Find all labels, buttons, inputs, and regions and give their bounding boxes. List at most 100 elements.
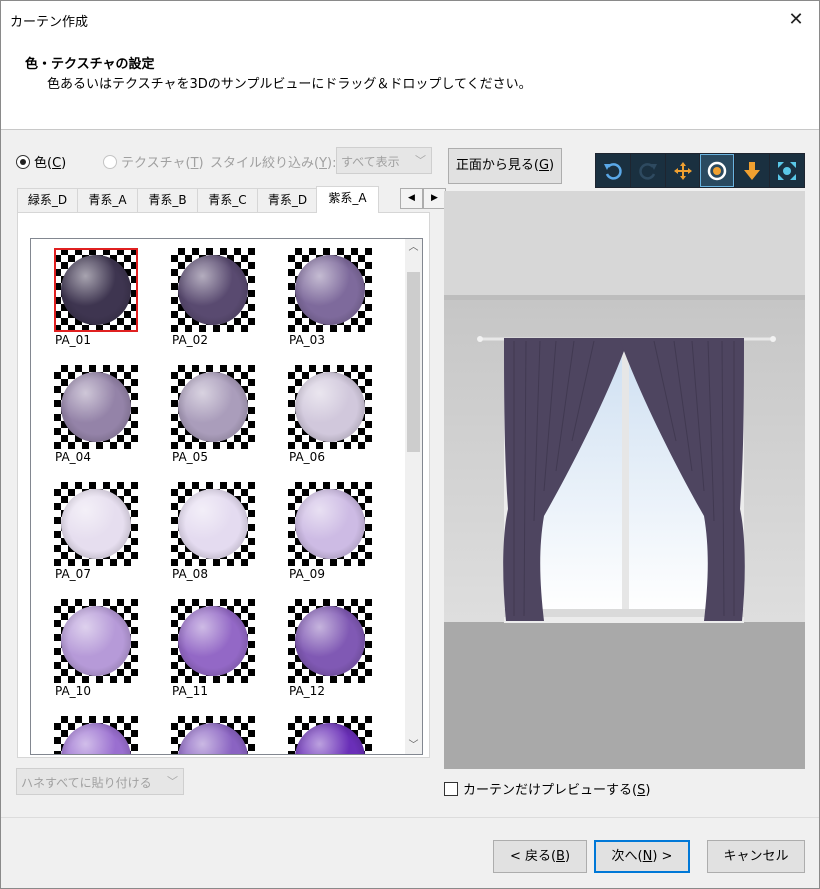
curtain-only-preview-checkbox[interactable]: カーテンだけプレビューする(S) xyxy=(444,779,650,798)
step-description: 色あるいはテクスチャを3Dのサンプルビューにドラッグ＆ドロップしてください。 xyxy=(47,77,532,92)
tab-blue-c[interactable]: 青系_C xyxy=(197,188,258,212)
title-bar: カーテン作成 ✕ xyxy=(1,1,819,39)
swatch-item[interactable]: PA_07 xyxy=(54,482,164,594)
view-toolbar xyxy=(595,153,805,188)
swatch-label: PA_10 xyxy=(55,684,91,698)
swatch-thumbnail xyxy=(288,599,372,683)
color-sphere xyxy=(295,255,365,325)
swatch-thumbnail xyxy=(171,365,255,449)
swatch-thumbnail xyxy=(54,365,138,449)
cancel-button[interactable]: キャンセル xyxy=(707,840,805,873)
color-sphere xyxy=(178,255,248,325)
swatch-item[interactable]: PA_08 xyxy=(171,482,281,594)
color-sphere xyxy=(178,606,248,676)
color-sphere xyxy=(295,606,365,676)
color-sphere xyxy=(61,372,131,442)
next-button[interactable]: 次へ(N) > xyxy=(594,840,690,873)
fit-view-icon[interactable] xyxy=(770,154,804,187)
swatch-item[interactable]: PA_12 xyxy=(288,599,398,711)
color-radio-label: 色(C) xyxy=(34,156,67,171)
swatch-thumbnail xyxy=(288,248,372,332)
swatch-thumbnail xyxy=(54,599,138,683)
paste-all-dropdown[interactable]: ハネすべてに貼り付ける ﹀ xyxy=(16,768,184,795)
swatch-item[interactable]: PA_04 xyxy=(54,365,164,477)
3d-preview[interactable] xyxy=(444,191,805,769)
tab-panel: PA_01 PA_02 PA_03 PA_04 PA_05 PA_06 PA_07 PA_08… xyxy=(17,212,430,758)
color-sphere xyxy=(61,606,131,676)
swatch-thumbnail xyxy=(171,482,255,566)
swatch-label: PA_04 xyxy=(55,450,91,464)
style-filter-label: スタイル絞り込み(Y): xyxy=(210,156,337,171)
swatch-item[interactable]: PA_02 xyxy=(171,248,281,360)
close-icon[interactable]: ✕ xyxy=(773,1,819,39)
swatch-item[interactable] xyxy=(54,716,164,754)
swatch-item[interactable]: PA_11 xyxy=(171,599,281,711)
swatch-thumbnail xyxy=(54,248,138,332)
tab-blue-a[interactable]: 青系_A xyxy=(77,188,138,212)
swatch-thumbnail xyxy=(288,482,372,566)
swatch-item[interactable]: PA_05 xyxy=(171,365,281,477)
move-icon[interactable] xyxy=(665,154,700,187)
swatch-item[interactable]: PA_03 xyxy=(288,248,398,360)
curtain-only-preview-label: カーテンだけプレビューする(S) xyxy=(463,783,651,798)
swatch-item[interactable]: PA_06 xyxy=(288,365,398,477)
footer-divider xyxy=(1,817,819,818)
checkbox-icon xyxy=(444,781,458,796)
scroll-down-icon[interactable]: ﹀ xyxy=(405,737,422,754)
tab-green-d[interactable]: 緑系_D xyxy=(17,188,78,212)
front-view-button[interactable]: 正面から見る(G) xyxy=(448,148,562,184)
tab-purple-a[interactable]: 紫系_A xyxy=(316,186,379,213)
swatch-thumbnail xyxy=(171,599,255,683)
tab-scroll-right-icon[interactable]: ▶ xyxy=(423,188,446,209)
wizard-header: 色・テクスチャの設定 色あるいはテクスチャを3Dのサンプルビューにドラッグ＆ドロ… xyxy=(1,39,819,130)
zoom-icon[interactable] xyxy=(700,154,735,187)
color-sphere xyxy=(61,255,131,325)
rotate-left-icon[interactable] xyxy=(596,154,630,187)
texture-radio[interactable]: テクスチャ(T) xyxy=(103,152,204,171)
back-button[interactable]: < 戻る(B) xyxy=(493,840,587,873)
radio-selected-icon xyxy=(16,154,30,169)
swatch-item[interactable]: PA_09 xyxy=(288,482,398,594)
style-filter-dropdown[interactable]: すべて表示 ﹀ xyxy=(336,147,432,174)
color-sphere xyxy=(178,372,248,442)
paste-all-label: ハネすべてに貼り付ける xyxy=(21,776,152,790)
window-title: カーテン作成 xyxy=(10,15,89,30)
rotate-right-icon[interactable] xyxy=(630,154,665,187)
color-sphere xyxy=(295,489,365,559)
swatch-label: PA_06 xyxy=(289,450,325,464)
swatch-thumbnail xyxy=(54,716,138,754)
swatch-item[interactable] xyxy=(288,716,398,754)
color-sphere xyxy=(178,489,248,559)
chevron-down-icon: ﹀ xyxy=(415,154,426,167)
swatch-label: PA_11 xyxy=(172,684,208,698)
swatch-label: PA_08 xyxy=(172,567,208,581)
color-sphere xyxy=(61,489,131,559)
tab-scroll-buttons: ◀ ▶ xyxy=(400,188,446,209)
swatch-label: PA_01 xyxy=(55,333,91,347)
swatch-label: PA_03 xyxy=(289,333,325,347)
swatch-thumbnail xyxy=(171,248,255,332)
tab-blue-d[interactable]: 青系_D xyxy=(257,188,318,212)
style-filter-value: すべて表示 xyxy=(341,155,400,169)
swatch-item[interactable]: PA_01 xyxy=(54,248,164,360)
swatch-label: PA_12 xyxy=(289,684,325,698)
swatch-thumbnail xyxy=(171,716,255,754)
swatch-label: PA_02 xyxy=(172,333,208,347)
tab-blue-b[interactable]: 青系_B xyxy=(137,188,198,212)
gallery-scrollbar[interactable]: ︿ ﹀ xyxy=(405,239,422,754)
swatch-label: PA_05 xyxy=(172,450,208,464)
chevron-down-icon: ﹀ xyxy=(167,775,178,788)
tab-scroll-left-icon[interactable]: ◀ xyxy=(400,188,423,209)
down-arrow-icon[interactable] xyxy=(735,154,770,187)
scroll-thumb[interactable] xyxy=(407,272,420,452)
color-sphere xyxy=(295,723,365,754)
swatch-label: PA_09 xyxy=(289,567,325,581)
color-sphere xyxy=(61,723,131,754)
swatch-item[interactable] xyxy=(171,716,281,754)
radio-empty-icon xyxy=(103,154,117,169)
scroll-up-icon[interactable]: ︿ xyxy=(405,239,422,256)
step-title: 色・テクスチャの設定 xyxy=(25,57,155,72)
color-radio[interactable]: 色(C) xyxy=(16,152,66,171)
swatch-label: PA_07 xyxy=(55,567,91,581)
swatch-item[interactable]: PA_10 xyxy=(54,599,164,711)
